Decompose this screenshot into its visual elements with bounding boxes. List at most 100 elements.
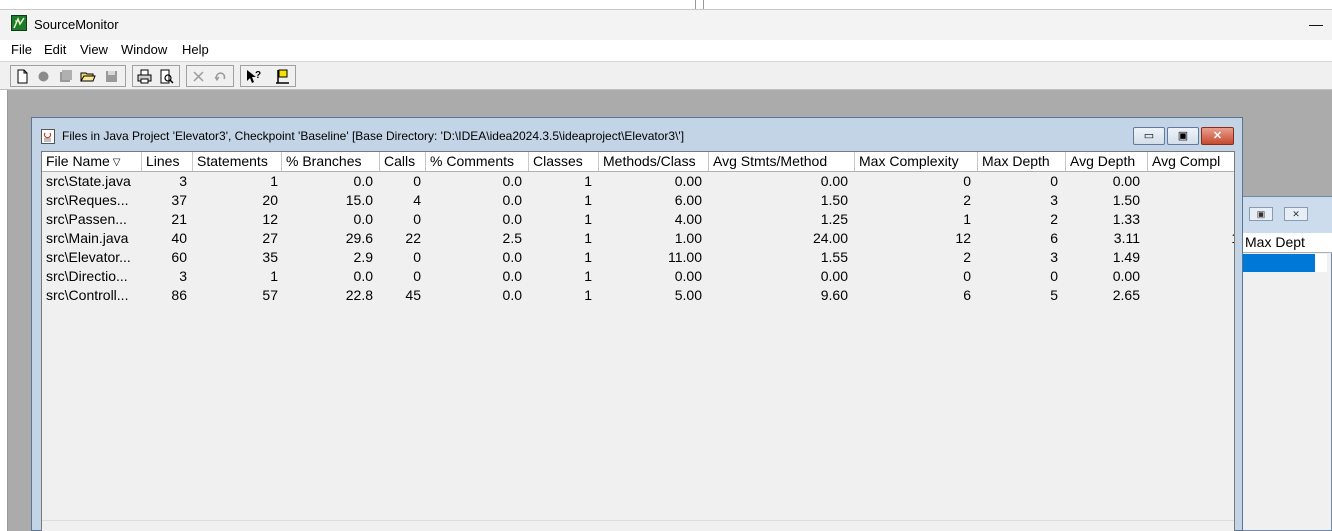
metric-cell: 1 <box>584 268 592 284</box>
metric-cell: 3 <box>179 173 187 189</box>
column-header[interactable]: Lines <box>142 152 193 171</box>
undo-icon[interactable] <box>212 68 229 85</box>
metric-cell: 37 <box>171 192 187 208</box>
metric-cell: 2 <box>963 192 971 208</box>
secondary-restore-button[interactable]: ▣ <box>1249 207 1273 221</box>
metric-cell: 24.00 <box>812 230 848 246</box>
files-window-minimize-button[interactable]: ▭ <box>1133 127 1165 145</box>
list-header: File Name ▽ Lines Statements% Branches Calls… <box>42 152 1234 172</box>
open-folder-icon[interactable] <box>79 68 96 85</box>
delete-icon[interactable] <box>190 68 207 85</box>
metric-cell: 1. <box>1148 229 1234 248</box>
menu-edit[interactable]: Edit <box>44 42 66 57</box>
metric-cell: 3 <box>1050 249 1058 265</box>
column-header[interactable]: Avg Stmts/Method <box>709 152 855 171</box>
secondary-window-titlebar[interactable]: ▣ ✕ <box>1241 197 1332 233</box>
menu-view[interactable]: View <box>80 42 108 57</box>
column-header[interactable]: % Branches <box>282 152 380 171</box>
metric-cell: 0.00 <box>820 173 848 189</box>
metric-cell: 2 <box>1050 211 1058 227</box>
metric-cell: 6 <box>963 287 971 303</box>
flag-icon[interactable] <box>274 68 291 85</box>
metric-cell: 1 <box>270 268 278 284</box>
column-header[interactable]: Calls <box>380 152 426 171</box>
print-icon[interactable] <box>136 68 153 85</box>
metric-cell <box>1148 210 1234 229</box>
column-header[interactable]: File Name ▽ <box>42 152 142 171</box>
table-row[interactable]: src\Main.java 40 27 29.6 22 2.5 1 1.00 24.00 12 6 3… <box>42 229 1234 248</box>
metric-cell: 0 <box>413 268 421 284</box>
menu-help[interactable]: Help <box>182 42 209 57</box>
metric-cell: 1 <box>584 173 592 189</box>
print-preview-icon[interactable] <box>158 68 175 85</box>
help-context-icon[interactable]: ? <box>245 68 262 85</box>
metric-cell: 1.50 <box>1112 192 1140 208</box>
table-row[interactable]: src\Passen... 21 12 0.0 0 0.0 1 4.00 1.25 1 2 1.33 <box>42 210 1234 229</box>
files-window-maximize-button[interactable]: ▣ <box>1167 127 1199 145</box>
secondary-selected-row[interactable] <box>1243 254 1315 272</box>
metric-cell: 0 <box>963 173 971 189</box>
secondary-close-button[interactable]: ✕ <box>1284 207 1308 221</box>
menu-window[interactable]: Window <box>121 42 167 57</box>
metric-cell: 0 <box>1050 268 1058 284</box>
files-window[interactable]: Files in Java Project 'Elevator3', Check… <box>31 117 1243 531</box>
metric-cell <box>1148 191 1234 210</box>
files-window-titlebar[interactable]: Files in Java Project 'Elevator3', Check… <box>32 118 1242 149</box>
file-name-cell: src\Elevator... <box>46 249 131 265</box>
column-header-label: Calls <box>384 153 416 169</box>
metric-cell: 1.50 <box>820 192 848 208</box>
column-header[interactable]: Avg Compl <box>1148 152 1234 171</box>
metric-cell: 0.0 <box>502 268 522 284</box>
column-header[interactable]: Max Depth <box>978 152 1066 171</box>
metric-cell: 1 <box>963 211 971 227</box>
metric-cell: 35 <box>262 249 278 265</box>
column-header-label: Max Depth <box>982 153 1050 169</box>
column-header[interactable]: Statements <box>193 152 282 171</box>
new-file-icon[interactable] <box>14 68 31 85</box>
app-minimize-button[interactable]: — <box>1306 14 1326 34</box>
table-row[interactable]: src\Reques... 37 20 15.0 4 0.0 1 6.00 1.50 2 3 1.50 <box>42 191 1234 210</box>
metric-cell: 2 <box>963 249 971 265</box>
metric-cell: 0.0 <box>353 173 373 189</box>
file-name-cell: src\Main.java <box>46 230 129 246</box>
secondary-window[interactable]: ▣ ✕ Max Dept <box>1240 196 1332 531</box>
screen: SourceMonitor — File Edit View Window He… <box>0 0 1332 531</box>
files-list[interactable]: File Name ▽ Lines Statements% Branches Calls… <box>41 151 1235 531</box>
column-header-label: File Name <box>46 153 110 169</box>
files-window-close-button[interactable]: ✕ <box>1201 127 1234 145</box>
table-row[interactable]: src\Controll... 86 57 22.8 45 0.0 1 5.00 9.60 6 5 2… <box>42 286 1234 305</box>
app-titlebar[interactable]: SourceMonitor — <box>0 10 1332 40</box>
column-header-label: Avg Depth <box>1070 153 1136 169</box>
column-header-label: Classes <box>533 153 583 169</box>
file-name-cell: src\Directio... <box>46 268 128 284</box>
metric-cell: 2.5 <box>502 230 522 246</box>
table-row[interactable]: src\Directio...310.000.010.000.00000.00( <box>42 267 1234 286</box>
metric-cell: 0.0 <box>502 211 522 227</box>
metric-cell: 1 <box>584 287 592 303</box>
metric-cell: 9.60 <box>820 287 848 303</box>
column-header-label: Lines <box>146 153 180 169</box>
left-background-window-edge <box>7 90 8 531</box>
stack-icon[interactable] <box>57 68 74 85</box>
column-header[interactable]: Max Complexity <box>855 152 978 171</box>
toolbar-group-file <box>10 65 126 87</box>
table-row[interactable]: src\Elevator... 60 35 2.9 0 0.0 1 11.00 1.55 2 3 1.… <box>42 248 1234 267</box>
column-header-label: % Comments <box>430 153 515 169</box>
record-icon[interactable] <box>35 68 52 85</box>
column-header[interactable]: Avg Depth <box>1066 152 1148 171</box>
svg-text:?: ? <box>255 70 261 81</box>
table-row[interactable]: src\State.java310.000.010.000.00000.00( <box>42 172 1234 191</box>
secondary-row-strip <box>1315 254 1327 272</box>
save-icon[interactable] <box>103 68 120 85</box>
column-header[interactable]: % Comments <box>426 152 529 171</box>
column-header[interactable]: Classes <box>529 152 599 171</box>
menu-file[interactable]: File <box>11 42 32 57</box>
metric-cell: 1 <box>270 173 278 189</box>
column-header[interactable]: Methods/Class <box>599 152 709 171</box>
metric-cell: 5.00 <box>674 287 702 303</box>
column-header-label: Max Complexity <box>859 153 959 169</box>
metric-cell: 0.0 <box>353 211 373 227</box>
secondary-column-header[interactable]: Max Dept <box>1243 233 1332 253</box>
file-name-cell: src\State.java <box>46 173 131 189</box>
metric-cell: 12 <box>262 211 278 227</box>
